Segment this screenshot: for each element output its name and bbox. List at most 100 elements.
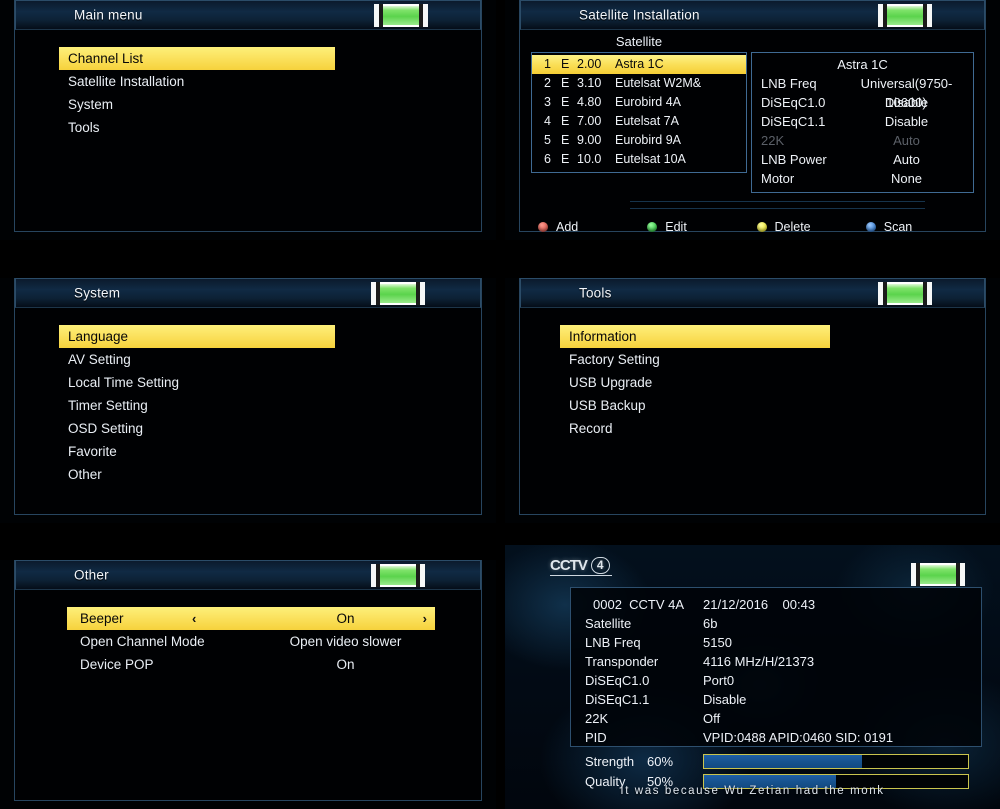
lnb-satellite-name: Astra 1C — [837, 57, 888, 72]
menu-item-tools[interactable]: Tools — [59, 116, 441, 139]
menu-item-language[interactable]: Language — [59, 325, 335, 348]
option-row-open-channel-mode[interactable]: Open Channel Mode Open video slower — [67, 630, 435, 653]
key-delete[interactable]: Delete — [756, 217, 866, 236]
lnb-row-motor[interactable]: Motor None — [752, 169, 973, 188]
satellite-row[interactable]: 4 E 7.00 Eutelsat 7A — [532, 112, 746, 131]
green-dot-icon — [647, 221, 658, 232]
cctv-logo-text: CCTV — [550, 557, 588, 574]
info-date: 21/12/2016 — [703, 597, 769, 612]
signal-level-icon — [878, 4, 932, 27]
channel-number-and-name: 0002 CCTV 4A — [585, 595, 703, 614]
satellite-index: 6 — [544, 152, 551, 166]
satellite-position: 10.0 — [577, 152, 602, 166]
panel-tools: Tools Information Factory Setting USB Up… — [505, 278, 1000, 523]
option-row-beeper[interactable]: Beeper ‹ On › — [67, 607, 435, 630]
satellite-column-header: Satellite — [615, 34, 663, 49]
color-key-bar: Add Edit Delete Scan — [538, 217, 975, 240]
satellite-direction: E — [561, 95, 570, 109]
key-exit[interactable]: EXIT Exit — [866, 236, 975, 241]
chevron-left-icon[interactable]: ‹ — [192, 607, 196, 630]
menu-item-other[interactable]: Other — [59, 463, 441, 486]
key-transponder[interactable]: BACK Transponder — [538, 236, 647, 241]
satellite-row[interactable]: 5 E 9.00 Eurobird 9A — [532, 131, 746, 150]
signal-level-icon — [878, 282, 932, 305]
panel-main-menu: Main menu Channel List Satellite Install… — [0, 0, 496, 240]
satellite-index: 4 — [544, 114, 551, 128]
divider-lines — [630, 201, 925, 215]
menu-item-channel-list[interactable]: Channel List — [59, 47, 335, 70]
info-value: 4116 MHz/H/21373 — [703, 654, 815, 669]
key-label: Select — [669, 239, 704, 241]
panel-other: Other Beeper ‹ On › Open Channel Mode Op… — [0, 560, 496, 809]
menu-item-favorite[interactable]: Favorite — [59, 440, 441, 463]
main-menu-list: Channel List Satellite Installation Syst… — [59, 47, 441, 139]
satellite-name: Eutelsat 7A — [615, 114, 679, 128]
key-select-all[interactable]: FAV Select All — [757, 236, 866, 241]
menu-item-satellite-installation[interactable]: Satellite Installation — [59, 70, 441, 93]
lnb-key: Motor — [761, 171, 795, 186]
page-title: System — [74, 285, 121, 301]
lnb-settings-box: Astra 1C LNB Freq Universal(9750-10600) … — [751, 52, 974, 193]
option-label: Open Channel Mode — [80, 634, 205, 649]
lnb-key: DiSEqC1.0 — [761, 95, 826, 110]
satellite-row[interactable]: 6 E 10.0 Eutelsat 10A — [532, 150, 746, 169]
satellite-row[interactable]: 1 E 2.00 Astra 1C — [532, 55, 746, 74]
channel-datetime: 21/12/2016 00:43 — [703, 595, 981, 614]
satellite-position: 2.00 — [577, 57, 602, 71]
satellite-row[interactable]: 3 E 4.80 Eurobird 4A — [532, 93, 746, 112]
info-value: 5150 — [703, 635, 732, 650]
option-label: Beeper — [80, 611, 124, 626]
panel-video-info: CCTV 4 0002 CCTV 4A 21/12/2016 00:43 Sat… — [505, 545, 1000, 809]
lnb-row-diseqc11[interactable]: DiSEqC1.1 Disable — [752, 112, 973, 131]
key-label: Exit — [888, 239, 909, 241]
satellite-list[interactable]: 1 E 2.00 Astra 1C 2 E 3.10 Eutelsat W2M&… — [531, 52, 747, 173]
menu-item-information[interactable]: Information — [560, 325, 830, 348]
info-row-pid: PID VPID:0488 APID:0460 SID: 0191 — [571, 728, 981, 747]
key-label: Edit — [665, 219, 687, 234]
lnb-row-lnb-freq[interactable]: LNB Freq Universal(9750-10600) — [752, 74, 973, 110]
signal-level-icon — [371, 282, 425, 305]
menu-item-record[interactable]: Record — [560, 417, 945, 440]
red-dot-icon — [538, 221, 548, 232]
key-add[interactable]: Add — [538, 217, 647, 236]
satellite-name: Eutelsat W2M& — [615, 76, 702, 90]
satellite-index: 1 — [544, 57, 551, 71]
lnb-row-diseqc10[interactable]: DiSEqC1.0 Disable — [752, 93, 973, 112]
menu-item-local-time-setting[interactable]: Local Time Setting — [59, 371, 441, 394]
menu-item-usb-upgrade[interactable]: USB Upgrade — [560, 371, 945, 394]
menu-item-osd-setting[interactable]: OSD Setting — [59, 417, 441, 440]
panel-frame: Main menu Channel List Satellite Install… — [14, 0, 482, 232]
key-label: Transponder — [560, 239, 630, 241]
lnb-key: LNB Freq — [761, 76, 817, 91]
chevron-right-icon[interactable]: › — [423, 607, 427, 630]
panel-body: Information Factory Setting USB Upgrade … — [520, 309, 985, 514]
option-row-device-pop[interactable]: Device POP On — [67, 653, 435, 676]
key-select[interactable]: OK Select — [647, 236, 756, 241]
menu-item-timer-setting[interactable]: Timer Setting — [59, 394, 441, 417]
page-title: Satellite Installation — [579, 7, 700, 23]
lnb-value: Disable — [884, 114, 929, 129]
menu-item-av-setting[interactable]: AV Setting — [59, 348, 441, 371]
info-time: 00:43 — [782, 597, 816, 612]
satellite-index: 3 — [544, 95, 551, 109]
panel-body: Satellite 1 E 2.00 Astra 1C 2 E 3.10 Eut… — [520, 31, 985, 240]
signal-level-icon — [911, 563, 965, 586]
panel-satellite-installation: Satellite Installation Satellite 1 E 2.0… — [505, 0, 1000, 240]
lnb-row-22k: 22K Auto — [752, 131, 973, 150]
signal-strength-row: Strength 60% — [571, 751, 981, 771]
menu-item-usb-backup[interactable]: USB Backup — [560, 394, 945, 417]
satellite-position: 9.00 — [577, 133, 602, 147]
lnb-row-lnb-power[interactable]: LNB Power Auto — [752, 150, 973, 169]
strength-label: Strength — [585, 753, 635, 769]
panel-frame: Other Beeper ‹ On › Open Channel Mode Op… — [14, 560, 482, 801]
menu-item-system[interactable]: System — [59, 93, 441, 116]
menu-item-factory-setting[interactable]: Factory Setting — [560, 348, 945, 371]
lnb-value: Auto — [893, 152, 920, 167]
satellite-row[interactable]: 2 E 3.10 Eutelsat W2M& — [532, 74, 746, 93]
satellite-index: 5 — [544, 133, 551, 147]
info-key: Satellite — [585, 616, 632, 631]
key-edit[interactable]: Edit — [647, 217, 756, 236]
key-scan[interactable]: Scan — [865, 217, 975, 236]
cctv-logo-number: 4 — [590, 557, 610, 574]
signal-level-icon — [374, 4, 428, 27]
